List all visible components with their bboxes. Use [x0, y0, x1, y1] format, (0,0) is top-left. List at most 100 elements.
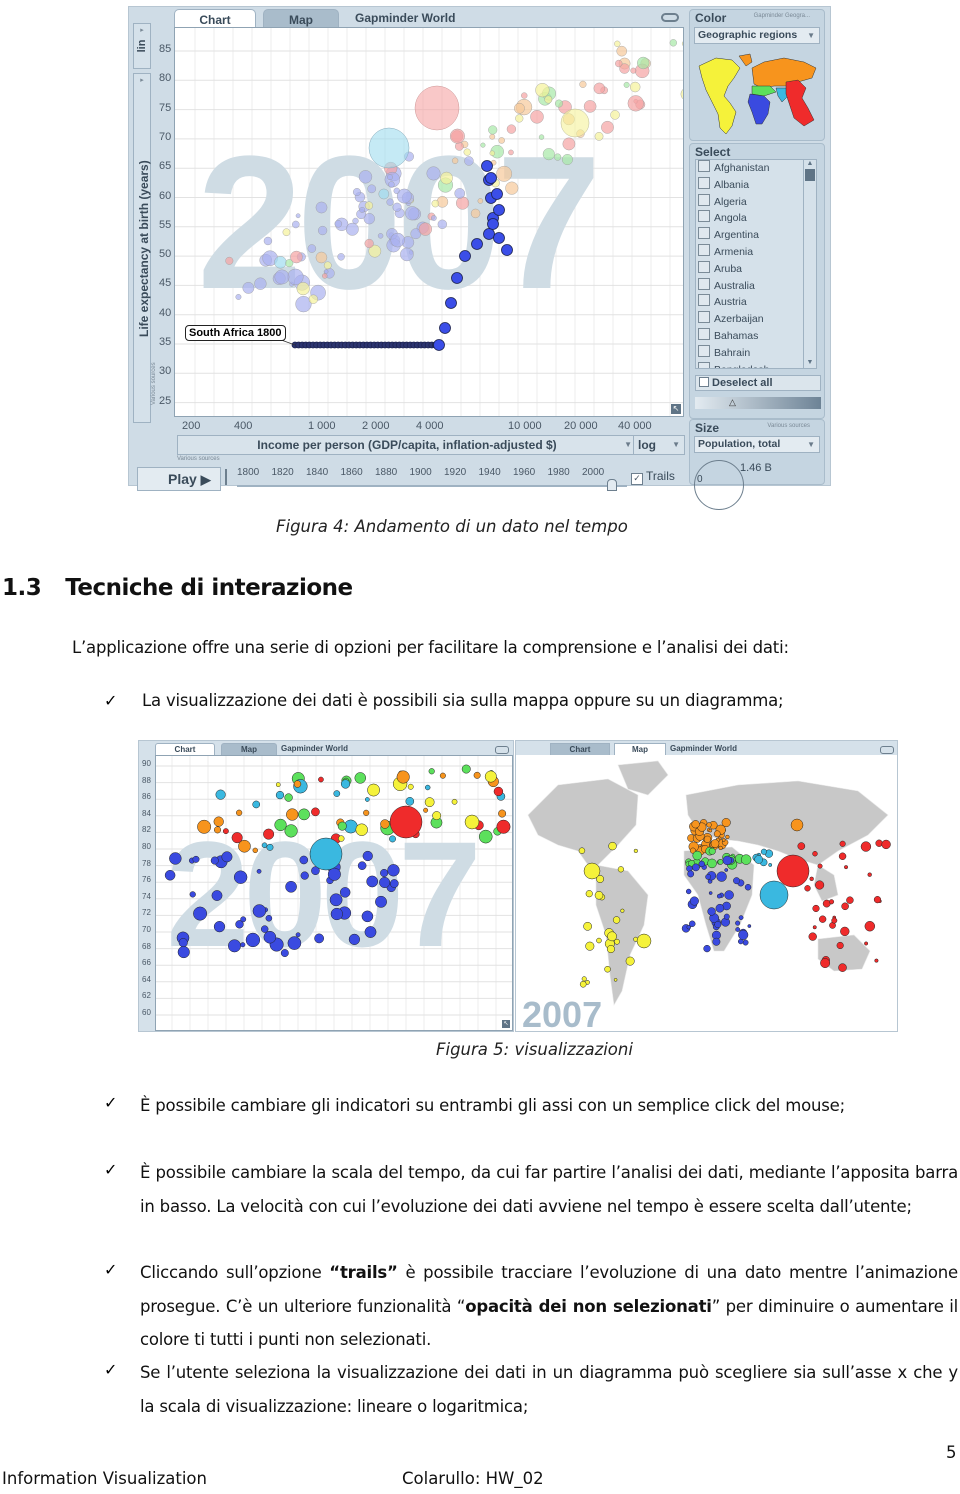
country-item[interactable]: Bahrain: [696, 344, 806, 362]
y-tick-label: 70: [159, 130, 172, 143]
timeline-year-label: 1960: [513, 467, 536, 478]
country-checkbox[interactable]: [698, 193, 710, 206]
country-bubble: [449, 128, 465, 144]
country-item[interactable]: Aruba: [696, 260, 806, 278]
country-bubble: [616, 45, 627, 57]
timeline-year-label: 1820: [271, 467, 294, 478]
country-bubble: [339, 887, 351, 898]
bullet-item: È possibile cambiare gli indicatori su e…: [140, 1089, 958, 1123]
country-bubble: [625, 956, 635, 966]
country-checkbox[interactable]: [698, 294, 710, 307]
country-bubble: [380, 868, 389, 878]
time-slider-handle[interactable]: [607, 479, 617, 491]
y-tick-label: 50: [159, 248, 172, 261]
y-scale-toggle[interactable]: ▸ lin: [133, 23, 151, 69]
scroll-thumb[interactable]: [805, 169, 815, 181]
country-checkbox[interactable]: [698, 243, 710, 256]
size-min-label: 0: [697, 474, 703, 485]
country-checkbox[interactable]: [698, 227, 710, 240]
country-label: Argentina: [714, 229, 759, 242]
country-item[interactable]: Afghanistan: [696, 160, 806, 177]
time-slider[interactable]: 1800 1820 1840 1860 1880 1900 1920 1940 1960 1980…: [237, 465, 627, 491]
country-checkbox[interactable]: [698, 361, 710, 368]
country-item[interactable]: Bangladesh: [696, 361, 806, 368]
country-item[interactable]: Azerbaijan: [696, 311, 806, 328]
tab-map[interactable]: Map: [263, 9, 339, 29]
country-checkbox[interactable]: [698, 344, 710, 357]
deselect-all-button[interactable]: Deselect all: [695, 375, 821, 391]
x-axis-indicator-selector[interactable]: Income per person (GDP/capita, inflation…: [177, 435, 637, 455]
country-bubble: [687, 870, 695, 878]
x-scale-select[interactable]: log ▼: [633, 435, 685, 455]
country-bubble: [477, 198, 484, 204]
size-indicator-select[interactable]: Population, total ▼: [694, 436, 820, 453]
country-item[interactable]: Australia: [696, 277, 806, 295]
speed-control-icon[interactable]: [225, 469, 237, 485]
country-bubble-usa: [560, 108, 590, 138]
country-list[interactable]: Afghanistan Albania Algeria Angola Argentina…: [695, 159, 807, 369]
world-map-svg[interactable]: [518, 755, 898, 1031]
country-item[interactable]: Austria: [696, 294, 806, 311]
country-item[interactable]: Algeria: [696, 193, 806, 211]
country-item[interactable]: Argentina: [696, 227, 806, 244]
country-bubble: [463, 148, 471, 156]
country-label: Bahrain: [714, 346, 751, 359]
opacity-slider[interactable]: △: [695, 397, 821, 409]
country-item[interactable]: Angola: [696, 210, 806, 227]
country-checkbox[interactable]: [698, 327, 710, 340]
country-bubble: [680, 89, 683, 100]
country-bubble: [836, 941, 844, 950]
country-label: Australia: [714, 279, 755, 292]
link-icon[interactable]: [661, 13, 679, 22]
region-legend-map[interactable]: [694, 48, 820, 140]
country-bubble: [323, 269, 329, 274]
trails-checkbox[interactable]: ✓ Trails: [631, 469, 675, 485]
country-item[interactable]: Armenia: [696, 243, 806, 261]
play-button[interactable]: Play ▶: [137, 467, 221, 491]
scroll-up-icon[interactable]: ▲: [804, 160, 816, 167]
bubble-plot-area[interactable]: 2007 ↖: [155, 755, 513, 1031]
trail-point-south-africa: [501, 244, 513, 256]
tab-map[interactable]: Map: [614, 743, 666, 755]
country-checkbox[interactable]: [698, 176, 710, 189]
country-bubble: [286, 808, 299, 821]
country-item[interactable]: Bahamas: [696, 327, 806, 345]
size-source-label[interactable]: Various sources: [767, 423, 810, 429]
country-checkbox[interactable]: [698, 210, 710, 223]
color-indicator-select[interactable]: Geographic regions ▼: [694, 27, 820, 44]
x-sources-label[interactable]: Various sources: [177, 456, 220, 462]
scroll-down-icon[interactable]: ▼: [804, 359, 816, 366]
country-bubble: [431, 199, 440, 208]
country-label: Algeria: [714, 195, 747, 208]
country-checkbox[interactable]: [698, 160, 710, 172]
country-checkbox[interactable]: [698, 260, 710, 273]
tab-chart[interactable]: Chart: [550, 743, 610, 755]
zoom-corner-icon[interactable]: ↖: [671, 404, 681, 414]
opacity-slider-handle[interactable]: △: [729, 397, 736, 408]
tab-map[interactable]: Map: [221, 743, 277, 755]
country-bubble: [881, 839, 891, 850]
y-sources-label[interactable]: Various sources: [151, 362, 157, 405]
country-bubble: [260, 925, 269, 933]
bubble-plot-area[interactable]: 2007 South Africa 1800 ↖: [174, 27, 684, 417]
country-checkbox[interactable]: [698, 311, 710, 324]
country-bubble: [189, 891, 196, 898]
country-item[interactable]: Albania: [696, 176, 806, 194]
color-source-label[interactable]: Gapminder Geogra...: [754, 13, 810, 19]
y-tick-label: 65: [159, 160, 172, 173]
tab-chart[interactable]: Chart: [155, 743, 215, 755]
bullet-text: È possibile cambiare la scala del tempo,…: [140, 1163, 958, 1216]
time-slider-track[interactable]: [237, 485, 627, 487]
country-bubble: [706, 822, 712, 828]
tab-chart[interactable]: Chart: [174, 9, 256, 29]
country-checkbox[interactable]: [698, 277, 710, 290]
country-list-scrollbar[interactable]: ▲ ▼: [803, 159, 817, 369]
link-icon[interactable]: [495, 746, 509, 754]
size-panel-title: Size: [695, 421, 720, 435]
country-bubble: [213, 816, 224, 827]
country-bubble: [713, 830, 721, 838]
country-bubble: [390, 232, 405, 248]
link-icon[interactable]: [880, 746, 894, 754]
zoom-corner-icon[interactable]: ↖: [502, 1020, 510, 1028]
bubble-plot-svg: 2007: [175, 28, 683, 416]
